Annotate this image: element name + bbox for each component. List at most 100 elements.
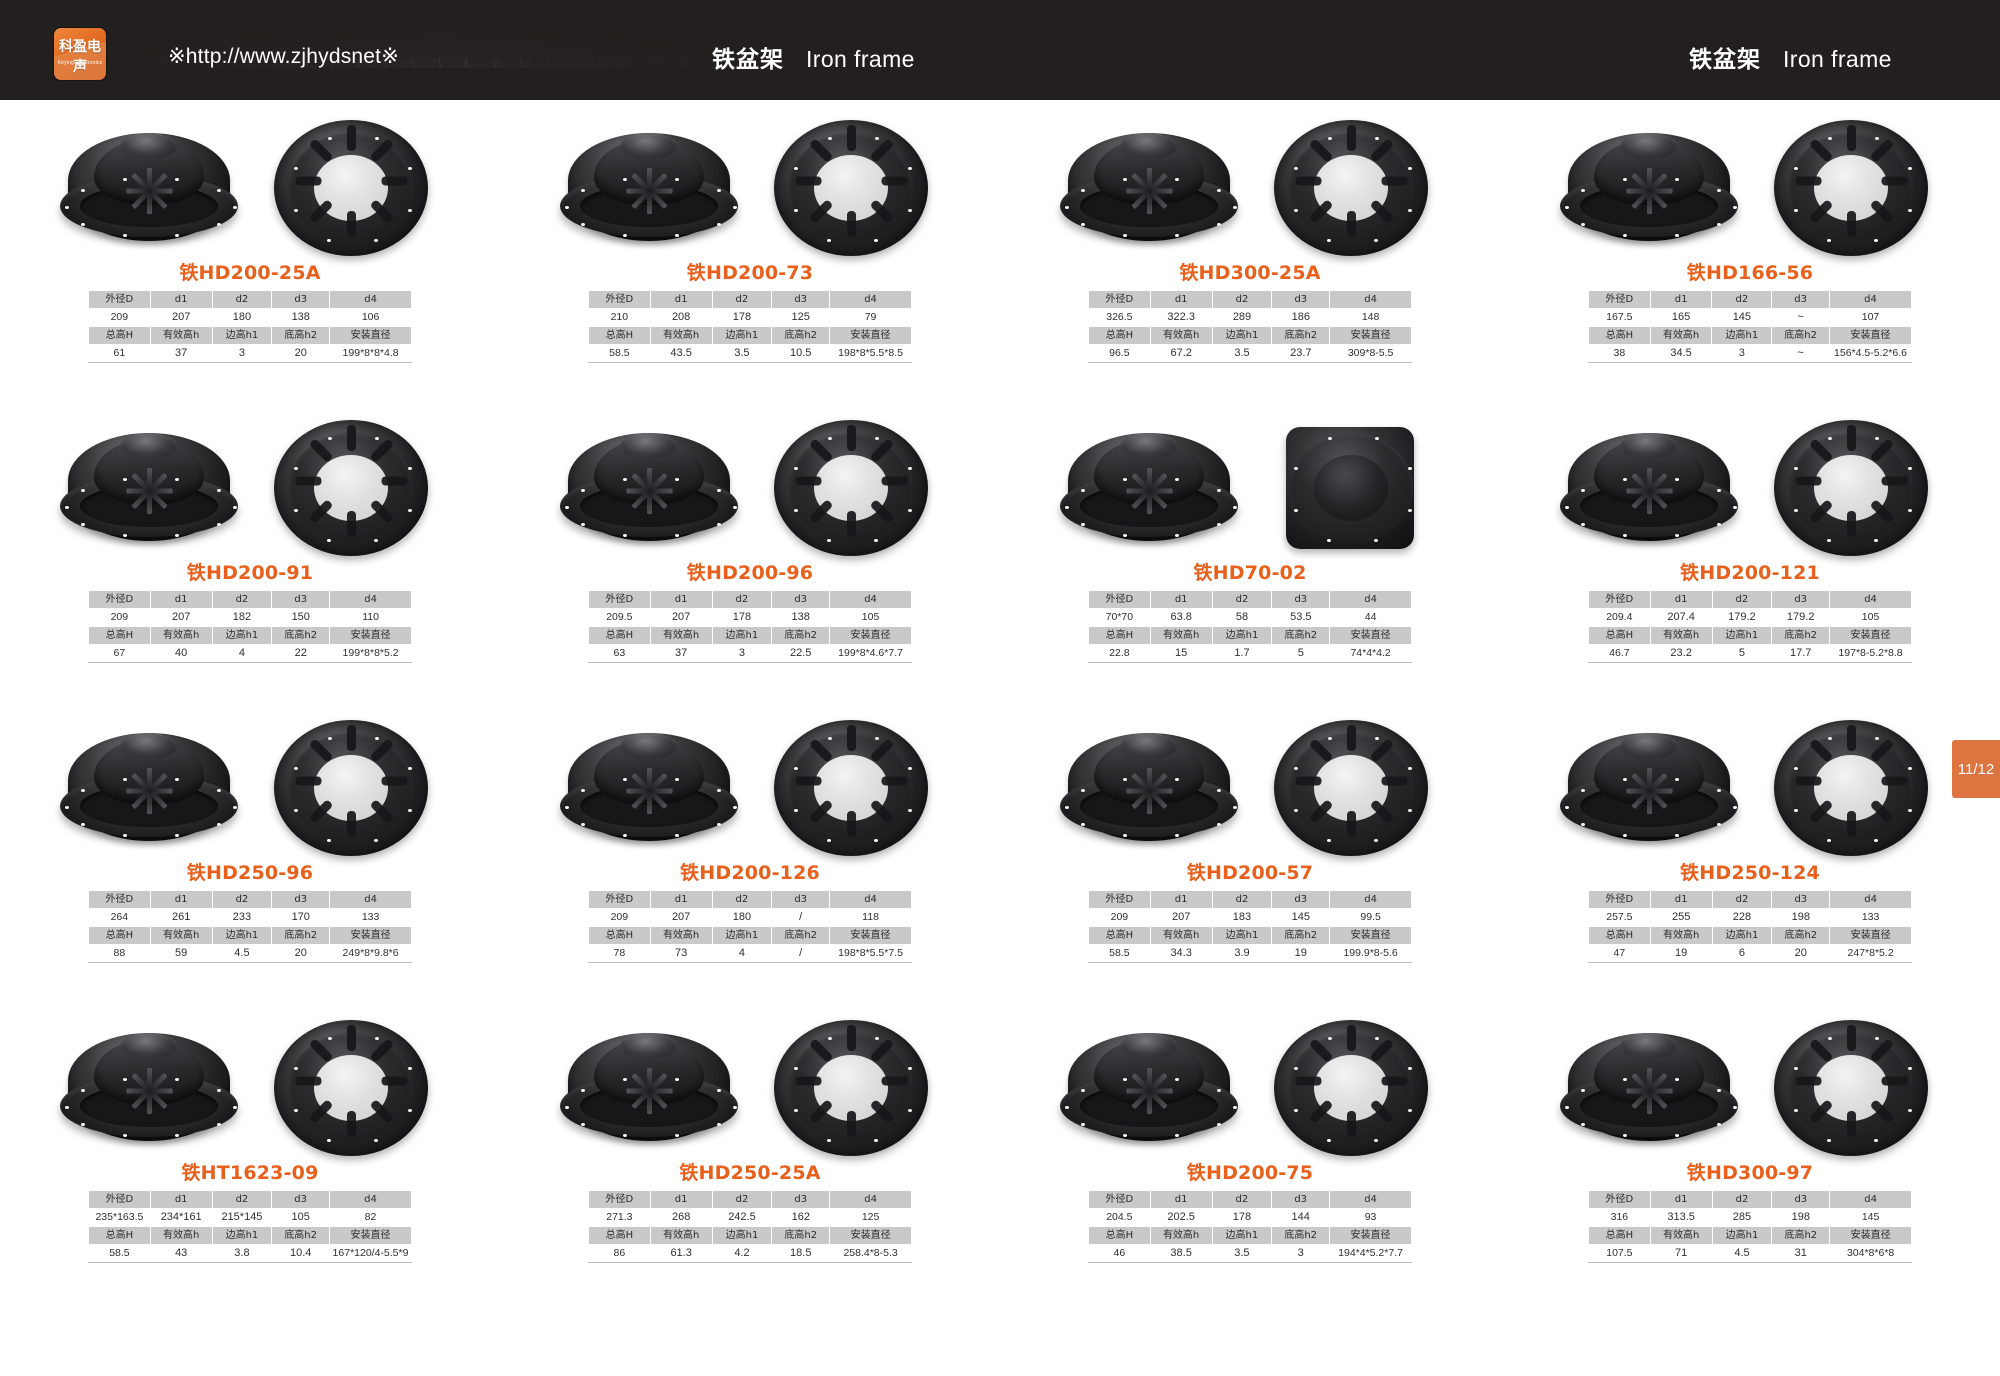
spec-values-diameters-cell: 180 [711,908,773,927]
spec-header-diameters-cell: d3 [1271,290,1331,309]
speaker-frame-perspective-image [1054,1013,1244,1163]
spec-values-diameters-cell: 316 [1588,1208,1651,1227]
spec-header-diameters: 外径D d1 d2 d3 d4 [88,1190,412,1209]
spec-header-diameters-cell: d4 [329,290,412,309]
spec-header-diameters-cell: d1 [1149,1190,1213,1209]
spec-values-heights-cell: 3.8 [211,1244,273,1263]
spec-values-diameters-cell: ~ [1771,308,1831,327]
spec-values-heights: 61 37 3 20 199*8*8*4.8 [88,344,412,363]
product-image-left [1054,113,1244,263]
spec-header-diameters: 外径D d1 d2 d3 d4 [88,890,412,909]
spec-header-diameters-cell: d2 [1711,1190,1773,1209]
speaker-frame-perspective-image [554,113,744,263]
spec-values-diameters-cell: 209 [88,308,151,327]
spec-values-heights: 86 61.3 4.2 18.5 258.4*8-5.3 [588,1244,912,1263]
product-image-right [256,713,446,863]
spec-header-diameters-cell: d4 [1829,1190,1912,1209]
product-image-left [1554,713,1744,863]
spec-header-diameters-cell: d4 [1329,290,1412,309]
spec-values-heights-cell: 20 [1771,944,1831,963]
spec-header-heights-cell: 有效高h [1149,1226,1213,1245]
product-images [522,712,978,864]
spec-values-diameters: 209 207 182 150 110 [88,608,412,627]
spec-values-diameters-cell: 207 [149,308,213,327]
spec-header-diameters-cell: d3 [1271,1190,1331,1209]
spec-values-heights: 63 37 3 22.5 199*8*4.6*7.7 [588,644,912,663]
spec-header-heights-cell: 总高H [1088,326,1151,345]
spec-header-diameters-cell: d1 [149,590,213,609]
spec-values-diameters-cell: 165 [1649,308,1713,327]
spec-header-heights: 总高H 有效高h 边高h1 底高h2 安装直径 [1088,326,1412,345]
spec-header-heights: 总高H 有效高h 边高h1 底高h2 安装直径 [88,926,412,945]
spec-header-heights: 总高H 有效高h 边高h1 底高h2 安装直径 [1088,626,1412,645]
speaker-frame-front-image [1756,413,1946,563]
product-spec-table: 外径D d1 d2 d3 d4 316 313.5 285 198 145 总高H 有效高h 边高h1 底… [1588,1190,1912,1263]
spec-values-heights: 58.5 43 3.8 10.4 167*120/4-5.5*9 [88,1244,412,1263]
spec-values-heights-cell: 58.5 [88,1244,151,1263]
spec-header-heights-cell: 底高h2 [771,326,831,345]
spec-header-heights-cell: 总高H [1588,626,1651,645]
speaker-frame-square-plate-image [1256,413,1446,563]
spec-header-heights-cell: 安装直径 [1829,926,1912,945]
spec-header-heights-cell: 边高h1 [211,1226,273,1245]
spec-values-heights: 58.5 43.5 3.5 10.5 198*8*5.5*8.5 [588,344,912,363]
spec-values-diameters-cell: 162 [771,1208,831,1227]
product-image-left [1054,713,1244,863]
spec-header-heights-cell: 边高h1 [1711,626,1773,645]
spec-values-heights-cell: ~ [1771,344,1831,363]
product-image-right [1756,1013,1946,1163]
spec-values-heights-cell: 23.2 [1649,644,1713,663]
speaker-frame-front-image [256,713,446,863]
spec-header-heights-cell: 有效高h [149,1226,213,1245]
spec-header-diameters-cell: d4 [329,890,412,909]
spec-header-heights-cell: 边高h1 [711,326,773,345]
spec-values-heights-cell: 304*8*6*8 [1829,1244,1912,1263]
spec-header-heights: 总高H 有效高h 边高h1 底高h2 安装直径 [588,1226,912,1245]
spec-values-heights-cell: 23.7 [1271,344,1331,363]
spec-values-diameters-cell: 178 [711,608,773,627]
product-spec-table: 外径D d1 d2 d3 d4 167.5 165 145 ~107 总高H 有效高h 边高h1 底高h… [1588,290,1912,363]
spec-values-heights-cell: 47 [1588,944,1651,963]
spec-header-heights-cell: 有效高h [1149,926,1213,945]
spec-values-heights-cell: 71 [1649,1244,1713,1263]
spec-values-heights-cell: 20 [271,944,331,963]
product-image-left [1054,413,1244,563]
spec-header-diameters-cell: d2 [211,1190,273,1209]
spec-values-diameters-cell: 208 [649,308,713,327]
spec-header-diameters-cell: d3 [771,590,831,609]
spec-values-heights-cell: 58.5 [1088,944,1151,963]
spec-header-heights-cell: 有效高h [649,1226,713,1245]
spec-header-diameters-cell: 外径D [588,1190,651,1209]
spec-header-heights: 总高H 有效高h 边高h1 底高h2 安装直径 [88,626,412,645]
spec-header-heights-cell: 安装直径 [829,326,912,345]
spec-header-diameters-cell: d2 [211,890,273,909]
spec-header-diameters-cell: d4 [1329,890,1412,909]
spec-header-diameters: 外径D d1 d2 d3 d4 [1588,590,1912,609]
spec-header-diameters-cell: d1 [1649,290,1713,309]
product-image-right [256,113,446,263]
spec-header-heights-cell: 底高h2 [771,1226,831,1245]
spec-header-diameters-cell: 外径D [1088,1190,1151,1209]
spec-values-diameters-cell: 183 [1211,908,1273,927]
spec-header-diameters-cell: d1 [1649,890,1713,909]
spec-values-diameters-cell: 105 [829,608,912,627]
product-spec-table: 外径D d1 d2 d3 d4 209 207 183 145 99.5 总高H 有效高h 边高h1 底高… [1088,890,1412,963]
spec-header-heights-cell: 边高h1 [1211,926,1273,945]
product-image-right [1756,713,1946,863]
spec-header-heights-cell: 安装直径 [1829,1226,1912,1245]
spec-header-heights-cell: 安装直径 [329,326,412,345]
spec-values-diameters-cell: 285 [1711,1208,1773,1227]
spec-header-heights-cell: 安装直径 [1329,1226,1412,1245]
spec-header-heights-cell: 底高h2 [271,1226,330,1245]
spec-values-diameters-cell: 326.5 [1088,308,1151,327]
product-spec-table: 外径D d1 d2 d3 d4 264 261 233 170 133 总高H 有效高h 边高h1 底高h… [88,890,412,963]
spec-values-heights: 47 19 6 20 247*8*5.2 [1588,944,1912,963]
spec-values-heights-cell: 74*4*4.2 [1329,644,1412,663]
product-cell: 铁HD250-96 外径D d1 d2 d3 d4 264 261 233 170 133 总高H 有效… [0,708,500,1008]
spec-values-heights-cell: 19 [1649,944,1713,963]
spec-header-heights-cell: 边高h1 [1211,626,1273,645]
speaker-frame-perspective-image [1554,713,1744,863]
spec-values-heights-cell: 197*8-5.2*8.8 [1829,644,1912,663]
spec-header-diameters-cell: d4 [1329,590,1412,609]
spec-header-diameters-cell: 外径D [88,290,151,309]
